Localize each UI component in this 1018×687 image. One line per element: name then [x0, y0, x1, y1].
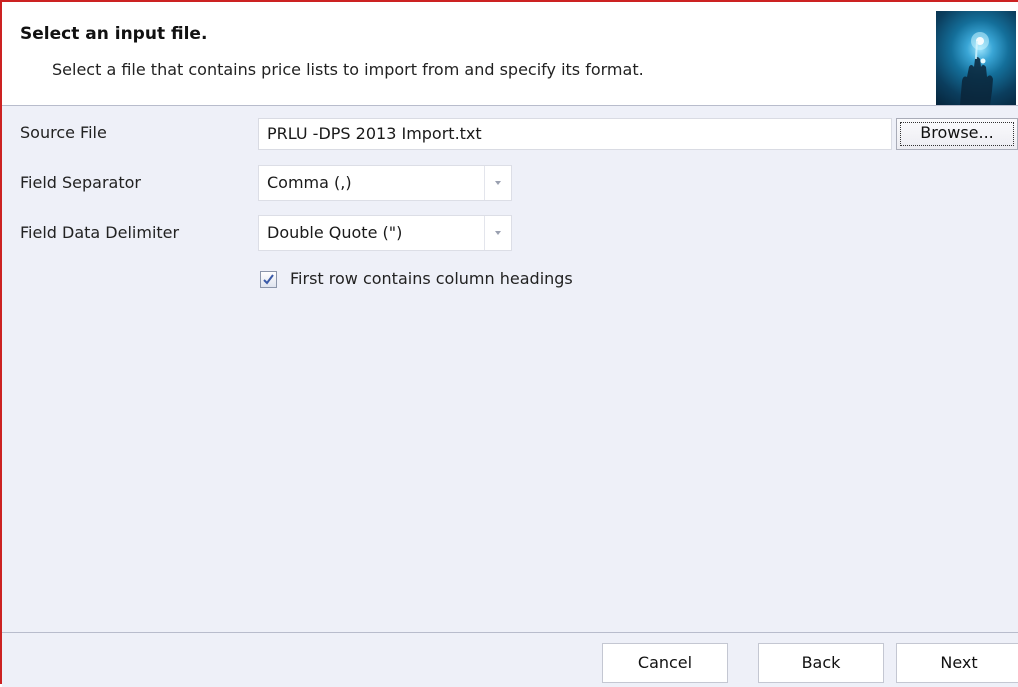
field-separator-label: Field Separator [20, 173, 141, 192]
field-data-delimiter-label: Field Data Delimiter [20, 223, 180, 242]
wizard-content: Source File PRLU -DPS 2013 Import.txt Br… [2, 106, 1018, 632]
source-file-input[interactable]: PRLU -DPS 2013 Import.txt [258, 118, 892, 150]
next-button[interactable]: Next [896, 643, 1018, 683]
field-data-delimiter-value: Double Quote (") [267, 223, 403, 242]
wizard-header: Select an input file. Select a file that… [2, 2, 1018, 106]
chevron-down-icon[interactable] [484, 166, 511, 200]
chevron-down-icon[interactable] [484, 216, 511, 250]
first-row-headings-label[interactable]: First row contains column headings [290, 269, 573, 288]
cancel-button[interactable]: Cancel [602, 643, 728, 683]
field-separator-select[interactable]: Comma (,) [258, 165, 512, 201]
page-title: Select an input file. [20, 24, 208, 44]
first-row-headings-checkbox[interactable] [260, 271, 277, 288]
checkmark-icon [263, 274, 274, 285]
field-separator-value: Comma (,) [267, 173, 352, 192]
hand-touch-icon [936, 11, 1016, 105]
source-file-label: Source File [20, 123, 107, 142]
back-button[interactable]: Back [758, 643, 884, 683]
focus-ring [900, 122, 1014, 146]
wizard-footer: Cancel Back Next [2, 632, 1018, 687]
page-subtitle: Select a file that contains price lists … [52, 60, 644, 79]
import-wizard-window: Select an input file. Select a file that… [0, 0, 1018, 687]
field-data-delimiter-select[interactable]: Double Quote (") [258, 215, 512, 251]
browse-button[interactable]: Browse... [896, 118, 1018, 150]
